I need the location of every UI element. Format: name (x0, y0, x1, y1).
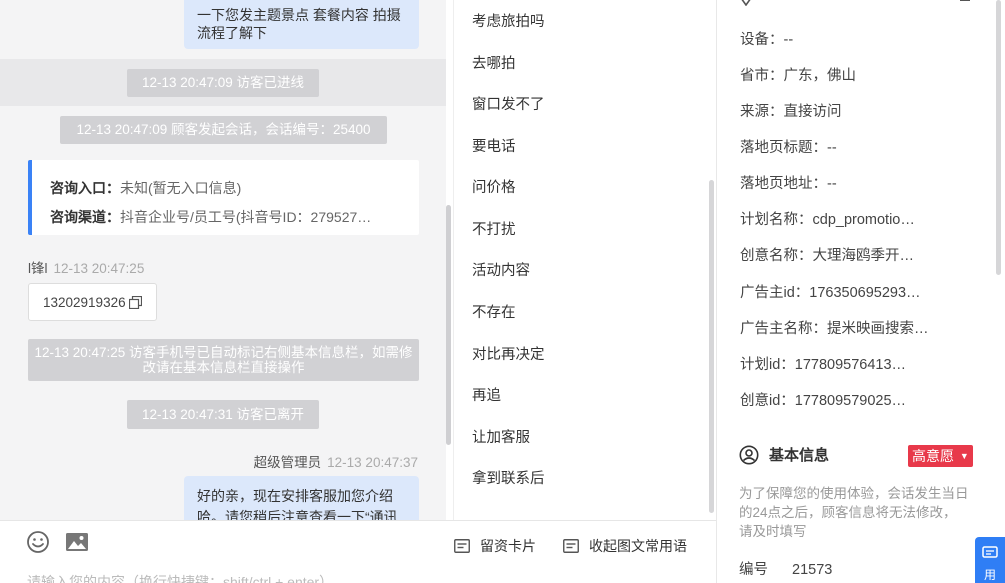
info-field-region: 省市：广东，佛山 (740, 68, 856, 84)
agent-message-time: 12-13 20:47:37 (327, 455, 418, 470)
smile-icon[interactable] (26, 530, 50, 554)
info-field-creative-id: 创意id：177809579025… (740, 393, 907, 409)
lead-card-button[interactable]: 留资卡片 (454, 536, 536, 556)
copy-icon[interactable] (129, 296, 142, 309)
info-field-source: 来源：直接访问 (740, 104, 842, 120)
chat-scrollbar[interactable] (446, 205, 451, 445)
consult-entry-value: 未知(暂无入口信息) (120, 180, 242, 196)
agent-message-bubble: 一下您发主题景点 套餐内容 拍摄流程了解下 (184, 0, 419, 49)
floating-service-button[interactable]: 用 (975, 537, 1005, 583)
message-input[interactable]: 请输入您的内容（换行快捷键：shift/ctrl + enter） (27, 572, 333, 583)
quick-reply-item[interactable]: 让加客服 (472, 426, 530, 447)
basic-info-title: 基本信息 (739, 444, 829, 465)
system-message-session-start: 12-13 20:47:09 顾客发起会话，会话编号：25400 (60, 116, 387, 144)
message-input-area[interactable]: 留资卡片 收起图文常用语 请输入您的内容（换行快捷键：shift/ctrl + … (0, 520, 716, 583)
collapse-phrases-button[interactable]: 收起图文常用语 (563, 536, 687, 556)
visitor-phone-message: 13202919326 (28, 283, 157, 321)
chat-bubble-icon (982, 546, 998, 558)
consult-entry-row: 咨询入口：未知(暂无入口信息) (50, 173, 405, 203)
phrases-icon (563, 539, 579, 553)
chat-messages[interactable]: 一下您发主题景点 套餐内容 拍摄流程了解下 12-13 20:47:09 访客已… (0, 0, 446, 520)
quick-reply-item[interactable]: 问价格 (472, 176, 516, 197)
system-message-visitor-left: 12-13 20:47:31 访客已离开 (127, 400, 319, 429)
user-icon (739, 445, 759, 464)
image-icon[interactable] (65, 530, 89, 554)
quick-reply-item[interactable]: 再追 (472, 384, 501, 405)
visitor-message-header: l锋l 12-13 20:47:25 (28, 257, 144, 277)
quick-reply-item[interactable]: 不打扰 (472, 218, 516, 239)
quick-reply-item[interactable]: 要电话 (472, 135, 516, 156)
card-icon (454, 539, 470, 553)
quick-reply-item[interactable]: 拿到联系后 (472, 467, 545, 488)
consult-entry-label: 咨询入口： (50, 180, 120, 196)
quick-reply-item[interactable]: 不存在 (472, 301, 516, 322)
consult-channel-value: 抖音企业号/员工号(抖音号ID：279527… (120, 209, 372, 225)
customer-number-row: 编号 21573 (739, 558, 832, 579)
agent-message-bubble: 好的亲，现在安排客服加您介绍哈。请您稍后注意查看一下“通讯 (184, 476, 419, 520)
intent-level-select[interactable]: 高意愿 ▼ (908, 445, 973, 467)
floating-service-label: 用 (983, 568, 996, 582)
info-field-advertiser-id: 广告主id：176350695293… (740, 285, 921, 301)
intent-level-value: 高意愿 (912, 448, 954, 464)
info-field-device: 设备：-- (740, 32, 794, 48)
quick-reply-item[interactable]: 窗口发不了 (472, 93, 545, 114)
caret-down-icon: ▼ (959, 451, 969, 461)
visitor-name: l锋l (28, 261, 48, 276)
location-icon (741, 0, 751, 6)
collapse-icon[interactable] (960, 0, 970, 1)
collapse-phrases-label: 收起图文常用语 (589, 538, 687, 554)
consult-channel-row: 咨询渠道：抖音企业号/员工号(抖音号ID：279527… (50, 202, 405, 232)
panel-scrollbar[interactable] (996, 0, 1001, 275)
consult-info-card: 咨询入口：未知(暂无入口信息) 咨询渠道：抖音企业号/员工号(抖音号ID：279… (28, 160, 419, 235)
basic-info-label: 基本信息 (769, 447, 830, 464)
info-field-plan-name: 计划名称：cdp_promotio… (740, 212, 915, 228)
visitor-phone-text: 13202919326 (43, 295, 126, 310)
agent-message-header: 超级管理员 12-13 20:47:37 (254, 451, 418, 471)
quick-reply-item[interactable]: 考虑旅拍吗 (472, 10, 545, 31)
system-message-phone-marked: 12-13 20:47:25 访客手机号已自动标记右侧基本信息栏，如需修改请在基… (28, 339, 419, 381)
edit-notice: 为了保障您的使用体验，会话发生当日的24点之后，顾客信息将无法修改，请及时填写 (739, 486, 969, 539)
info-field-landing-url: 落地页地址：-- (740, 176, 837, 192)
customer-number-label: 编号 (739, 562, 768, 578)
quick-reply-item[interactable]: 对比再决定 (472, 343, 545, 364)
info-field-creative-name: 创意名称：大理海鸥季开… (740, 248, 914, 264)
lead-card-label: 留资卡片 (480, 538, 536, 554)
quick-reply-list: 考虑旅拍吗 去哪拍 窗口发不了 要电话 问价格 不打扰 活动内容 不存在 对比再… (453, 0, 716, 520)
quick-reply-item[interactable]: 活动内容 (472, 259, 530, 280)
agent-name: 超级管理员 (253, 455, 322, 470)
quick-reply-item[interactable]: 去哪拍 (472, 52, 516, 73)
system-message-visitor-in: 12-13 20:47:09 访客已进线 (127, 69, 319, 97)
info-field-plan-id: 计划id：177809576413… (740, 357, 907, 373)
consult-channel-label: 咨询渠道： (50, 209, 120, 225)
customer-number-value: 21573 (792, 562, 833, 578)
info-field-advertiser-name: 广告主名称：提米映画搜索… (740, 321, 929, 337)
info-field-landing-title: 落地页标题：-- (740, 140, 837, 156)
visitor-message-time: 12-13 20:47:25 (53, 261, 145, 276)
quick-reply-scrollbar[interactable] (709, 180, 714, 513)
